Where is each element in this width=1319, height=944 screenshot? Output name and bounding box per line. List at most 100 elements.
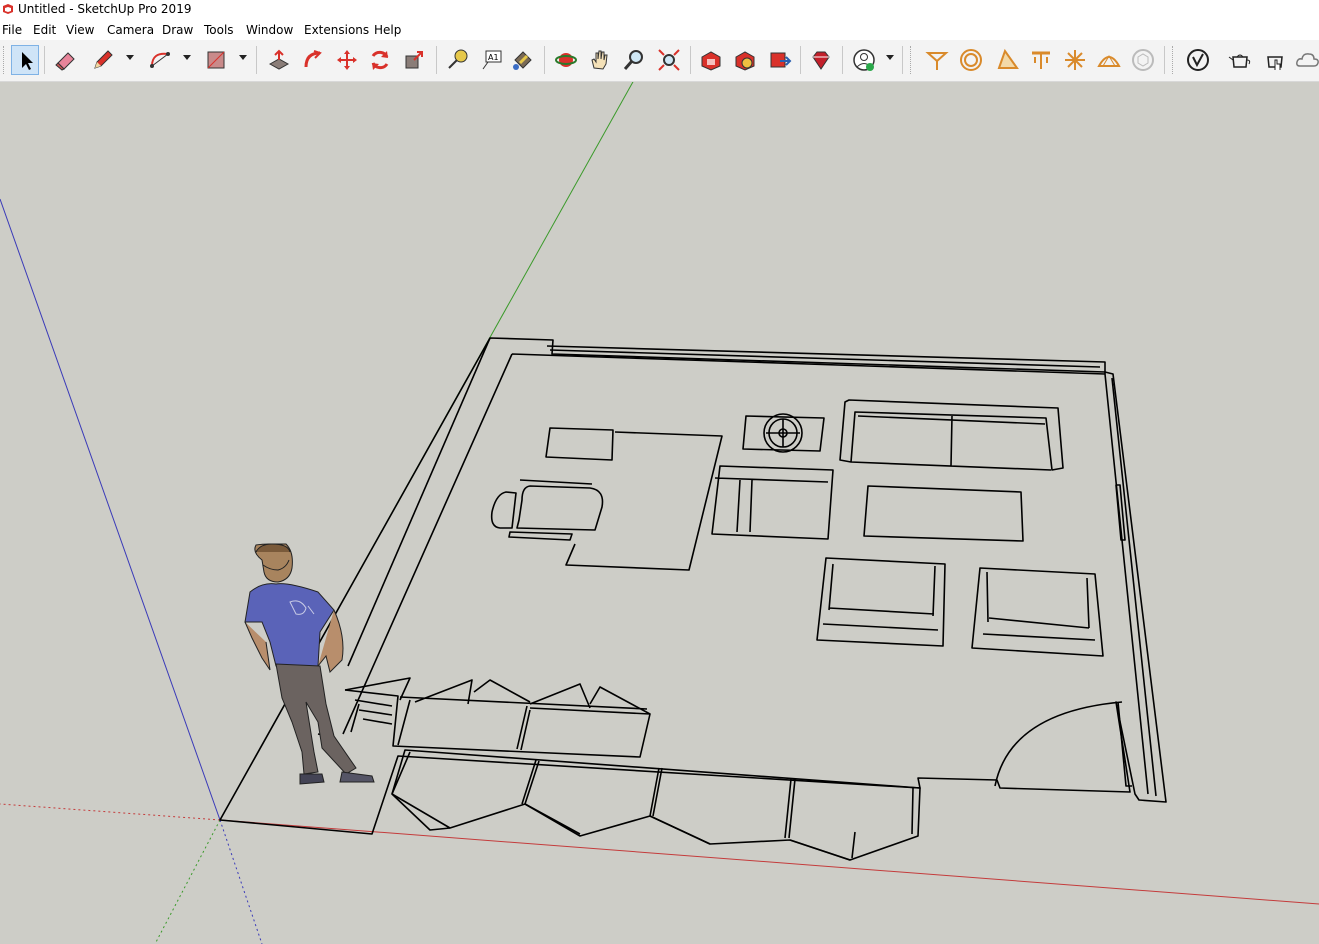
eraser-icon [55,52,75,71]
extension-warehouse-button[interactable] [807,45,835,75]
armchair-bottom-right [971,567,1104,657]
menu-tools[interactable]: Tools [204,23,234,37]
sandbox-contours-icon [925,52,949,70]
menu-extensions[interactable]: Extensions [304,23,369,37]
vray-render-button[interactable] [1226,45,1254,75]
move-icon [337,50,357,70]
vray-cloud-button[interactable] [1293,45,1319,75]
vray-interactive-button[interactable] [1261,45,1289,75]
components-icon [735,51,755,71]
arc-icon [150,52,170,68]
pan-icon [591,50,608,70]
vray-button[interactable] [1184,45,1212,75]
toolbar-separator [544,46,545,74]
desk-chair [490,479,604,541]
sandbox-from-contours-button[interactable] [923,45,951,75]
toolbar-grip[interactable] [1172,46,1175,74]
toolbar-separator [436,46,437,74]
3d-warehouse-button[interactable] [697,45,725,75]
toolbar-grip[interactable] [3,46,6,74]
text-tool-button[interactable]: A1 [478,45,506,75]
push-pull-tool-button[interactable] [265,45,293,75]
sandbox-scratch-icon [960,49,982,71]
toolbar-separator [44,46,45,74]
zoom-tool-button[interactable] [620,45,648,75]
floor-slab [219,337,1167,835]
axes [0,82,1319,944]
menu-camera[interactable]: Camera [107,23,154,37]
warehouse-icon [701,51,721,71]
sofa [839,399,1064,471]
drawing-viewport[interactable] [0,82,1319,944]
smoove-button[interactable] [993,45,1021,75]
follow-me-icon [304,50,322,68]
menu-draw[interactable]: Draw [162,23,193,37]
desk [545,427,723,571]
toolbar-separator [1164,46,1165,74]
drape-button[interactable] [1061,45,1089,75]
extension-warehouse-icon [812,51,830,70]
send-to-layout-button[interactable] [766,45,794,75]
zoom-extents-icon [658,49,680,71]
follow-me-tool-button[interactable] [299,45,327,75]
stamp-button[interactable] [1027,45,1055,75]
tape-measure-icon [448,49,468,69]
menu-window[interactable]: Window [246,23,293,37]
toolbar-separator [902,46,903,74]
armchair-left [711,465,834,540]
sandbox-from-scratch-button[interactable] [957,45,985,75]
add-detail-button[interactable] [1095,45,1123,75]
chevron-down-icon[interactable] [182,52,192,62]
rectangle-tool-button[interactable] [202,45,230,75]
scene-canvas [0,82,1319,944]
paint-bucket-icon [513,51,532,70]
coffee-table [863,485,1024,542]
account-icon [853,49,875,71]
teapot-hand-icon [1267,56,1283,70]
chevron-down-icon[interactable] [238,52,248,62]
stamp-icon [1032,51,1050,69]
account-button[interactable] [850,45,878,75]
paint-bucket-tool-button[interactable] [509,45,537,75]
scale-tool-button[interactable] [400,45,428,75]
toolbar-separator [690,46,691,74]
red-axis [219,819,1319,905]
components-button[interactable] [731,45,759,75]
chevron-down-icon[interactable] [885,52,895,62]
menu-help[interactable]: Help [374,23,401,37]
zoom-extents-tool-button[interactable] [655,45,683,75]
rectangle-icon [207,51,225,69]
toolbar-separator [800,46,801,74]
text-icon: A1 [482,50,502,70]
eraser-tool-button[interactable] [52,45,80,75]
teapot-icon [1228,54,1251,68]
flip-edge-icon [1132,49,1154,71]
select-tool-button[interactable] [11,45,39,75]
menu-edit[interactable]: Edit [33,23,56,37]
push-pull-icon [268,49,290,70]
sketchup-logo-icon [3,4,13,14]
toolbar-grip[interactable] [910,46,913,74]
arc-tool-button[interactable] [146,45,174,75]
orbit-tool-button[interactable] [552,45,580,75]
flip-edge-button[interactable] [1129,45,1157,75]
door-swing [994,701,1123,787]
scale-icon [405,51,423,69]
menu-view[interactable]: View [66,23,94,37]
rotate-tool-button[interactable] [366,45,394,75]
chevron-down-icon[interactable] [125,52,135,62]
blue-axis [0,198,221,821]
menu-file[interactable]: File [2,23,22,37]
pan-tool-button[interactable] [586,45,614,75]
shelf-bottom-row [391,749,921,861]
main-toolbar: A1 [0,40,1319,82]
toolbar-separator [842,46,843,74]
move-tool-button[interactable] [333,45,361,75]
tape-measure-tool-button[interactable] [443,45,471,75]
toolbar-separator [256,46,257,74]
drape-icon [1065,50,1085,70]
title-bar: Untitled - SketchUp Pro 2019 [0,0,1319,20]
person-shirt [244,583,335,667]
pencil-tool-button[interactable] [89,45,117,75]
select-icon [22,52,33,70]
